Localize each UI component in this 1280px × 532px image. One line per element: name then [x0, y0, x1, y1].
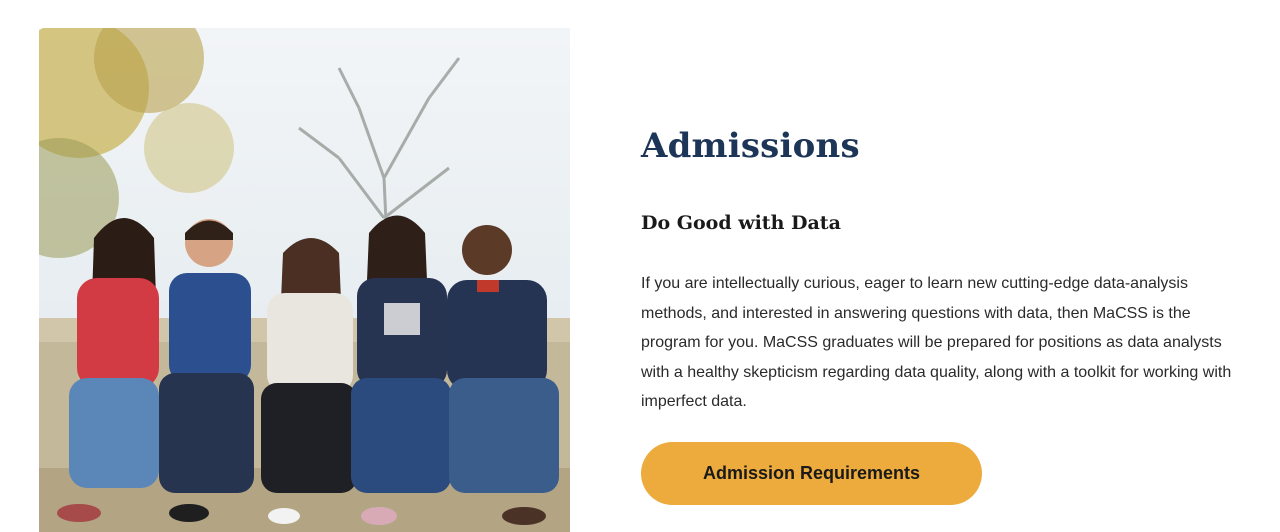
admission-requirements-button[interactable]: Admission Requirements — [641, 442, 982, 505]
admissions-heading: Admissions — [641, 126, 860, 166]
admissions-description: If you are intellectually curious, eager… — [641, 275, 1232, 410]
admissions-content: Admissions Do Good with Data If you are … — [641, 120, 1241, 505]
admissions-section: Admissions Do Good with Data If you are … — [0, 0, 1280, 532]
admissions-subheading: Do Good with Data — [641, 212, 841, 234]
students-photo — [39, 28, 570, 532]
